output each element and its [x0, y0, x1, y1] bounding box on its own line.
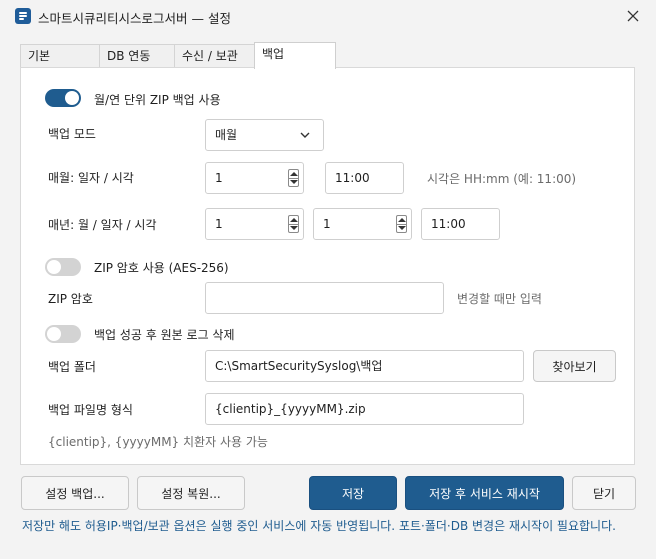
- backup-folder-label: 백업 폴더: [48, 360, 96, 374]
- tab-receive-storage[interactable]: 수신 / 보관: [174, 44, 255, 68]
- close-icon: [627, 10, 639, 22]
- spin-arrows-icon[interactable]: [288, 169, 299, 187]
- yearly-month-stepper[interactable]: 1: [205, 208, 304, 240]
- title-bar: 스마트시큐리티시스로그서버 — 설정: [0, 0, 656, 32]
- tab-backup[interactable]: 백업: [254, 42, 336, 69]
- tab-basic[interactable]: 기본: [20, 44, 100, 68]
- browse-button[interactable]: 찾아보기: [533, 350, 616, 382]
- close-window-button[interactable]: [620, 4, 646, 28]
- filename-format-input[interactable]: {clientip}_{yyyyMM}.zip: [205, 393, 524, 425]
- spin-arrows-icon[interactable]: [288, 215, 299, 233]
- backup-settings-button[interactable]: 설정 백업...: [21, 476, 129, 510]
- backup-mode-select[interactable]: 매월: [205, 119, 324, 151]
- zip-password-hint: 변경할 때만 입력: [457, 292, 542, 306]
- backup-mode-label: 백업 모드: [48, 127, 96, 141]
- delete-original-toggle[interactable]: [45, 325, 81, 343]
- tab-db[interactable]: DB 연동: [99, 44, 175, 68]
- backup-mode-value: 매월: [215, 128, 238, 142]
- yearly-month-value: 1: [215, 217, 223, 231]
- backup-settings-panel: 월/연 단위 ZIP 백업 사용 백업 모드 매월 매월: 일자 / 시각 1 …: [20, 67, 635, 465]
- delete-original-toggle-label: 백업 성공 후 원본 로그 삭제: [94, 328, 235, 342]
- zip-backup-toggle[interactable]: [45, 89, 81, 107]
- footer-note: 저장만 해도 허용IP·백업/보관 옵션은 실행 중인 서비스에 자동 반영됩니…: [22, 519, 616, 533]
- yearly-day-value: 1: [323, 217, 331, 231]
- save-button[interactable]: 저장: [309, 476, 397, 510]
- zip-password-toggle-label: ZIP 암호 사용 (AES-256): [94, 261, 229, 275]
- filename-format-label: 백업 파일명 형식: [48, 403, 133, 417]
- backup-folder-input[interactable]: C:\SmartSecuritySyslog\백업: [205, 350, 524, 382]
- monthly-day-value: 1: [215, 171, 223, 185]
- app-logo-icon: [15, 8, 31, 24]
- spin-arrows-icon[interactable]: [396, 215, 407, 233]
- close-button[interactable]: 닫기: [572, 476, 636, 510]
- chevron-down-icon: [300, 132, 310, 138]
- zip-password-input[interactable]: [205, 282, 444, 314]
- monthly-label: 매월: 일자 / 시각: [48, 171, 134, 185]
- save-restart-button[interactable]: 저장 후 서비스 재시작: [405, 476, 564, 510]
- monthly-time-input[interactable]: 11:00: [325, 162, 404, 194]
- monthly-day-stepper[interactable]: 1: [205, 162, 304, 194]
- zip-backup-toggle-label: 월/연 단위 ZIP 백업 사용: [94, 93, 221, 107]
- yearly-label: 매년: 월 / 일자 / 시각: [48, 218, 157, 232]
- yearly-time-input[interactable]: 11:00: [421, 208, 500, 240]
- filename-format-hint: {clientip}, {yyyyMM} 치환자 사용 가능: [48, 435, 268, 449]
- restore-settings-button[interactable]: 설정 복원...: [137, 476, 245, 510]
- yearly-day-stepper[interactable]: 1: [313, 208, 412, 240]
- zip-password-label: ZIP 암호: [48, 292, 93, 306]
- zip-password-toggle[interactable]: [45, 258, 81, 276]
- time-format-hint: 시각은 HH:mm (예: 11:00): [427, 172, 577, 186]
- window-title: 스마트시큐리티시스로그서버 — 설정: [38, 11, 231, 26]
